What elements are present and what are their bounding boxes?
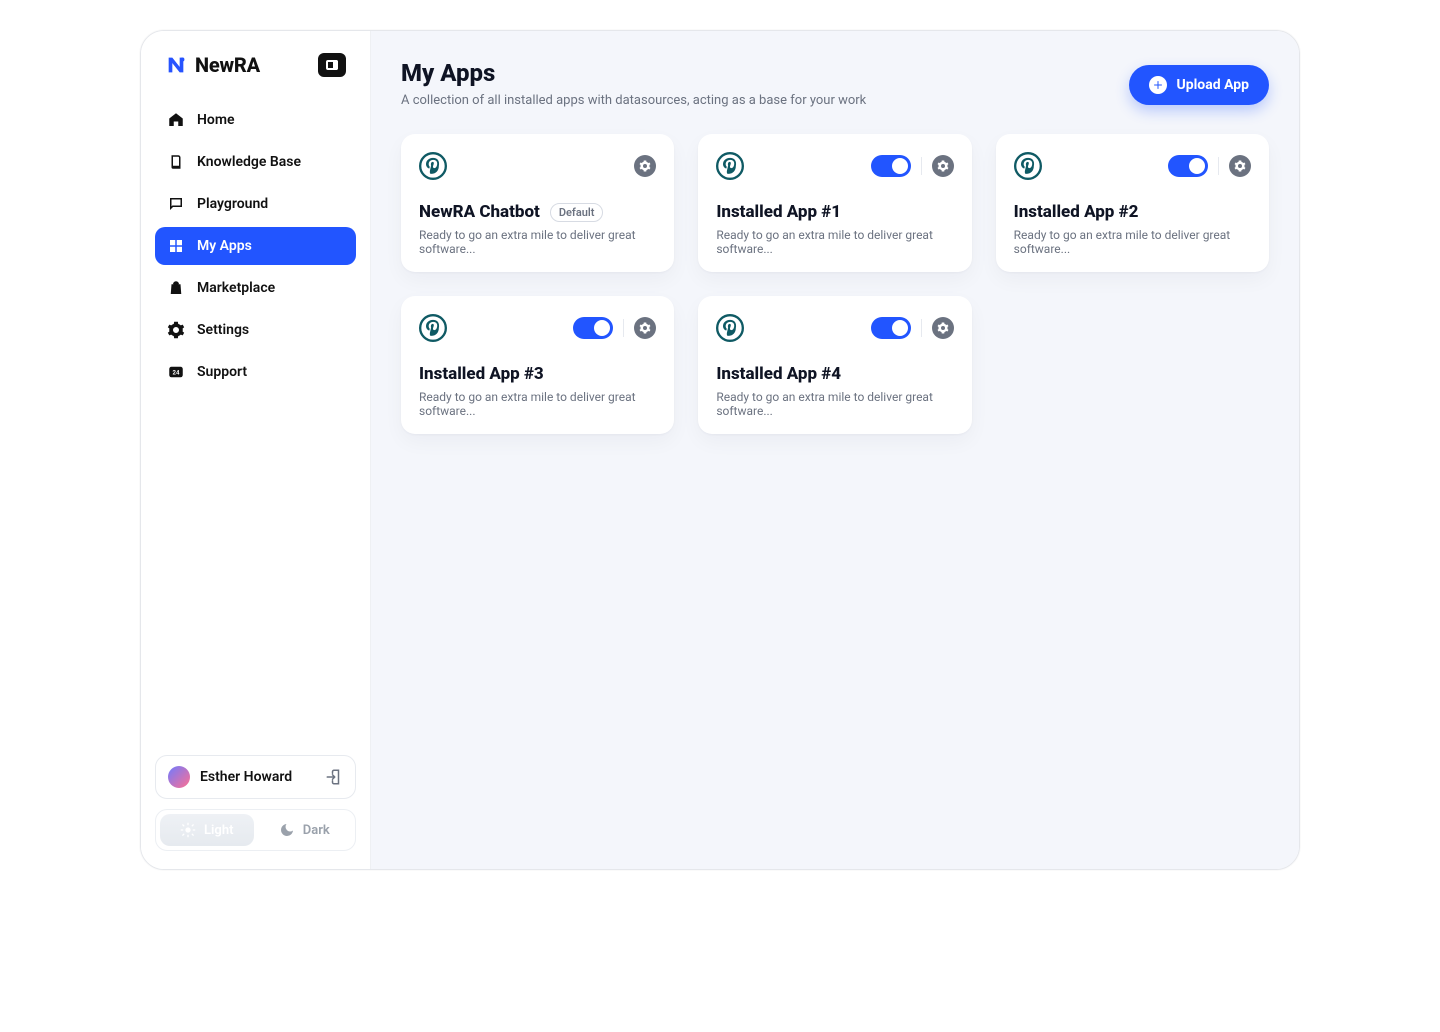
theme-dark-button[interactable]: Dark (258, 814, 352, 846)
sidebar-item-label: Support (197, 364, 247, 380)
sidebar-item-knowledge[interactable]: Knowledge Base (155, 143, 356, 181)
page-subtitle: A collection of all installed apps with … (401, 93, 866, 108)
upload-app-button[interactable]: Upload App (1129, 65, 1270, 105)
page-title: My Apps (401, 59, 866, 87)
chat-icon (167, 195, 185, 213)
gear-icon (639, 160, 651, 172)
default-badge: Default (550, 203, 604, 222)
gear-icon (937, 322, 949, 334)
gear-icon (937, 160, 949, 172)
sidebar-item-label: Home (197, 112, 235, 128)
app-description: Ready to go an extra mile to deliver gre… (716, 228, 953, 256)
gear-icon (639, 322, 651, 334)
sidebar-item-label: Marketplace (197, 280, 275, 296)
primary-nav: Home Knowledge Base Playground My Apps Marke… (155, 101, 356, 391)
sun-icon (180, 822, 196, 838)
sidebar-item-playground[interactable]: Playground (155, 185, 356, 223)
theme-light-label: Light (204, 823, 233, 838)
support-icon (167, 363, 185, 381)
theme-dark-label: Dark (303, 823, 330, 838)
app-settings-button[interactable] (932, 155, 954, 177)
app-card[interactable]: NewRA Chatbot Default Ready to go an extra… (401, 134, 674, 272)
app-toggle[interactable] (573, 317, 613, 339)
app-settings-button[interactable] (634, 317, 656, 339)
app-card[interactable]: Installed App #4 Ready to go an extra mil… (698, 296, 971, 434)
sidebar-item-home[interactable]: Home (155, 101, 356, 139)
bag-icon (167, 279, 185, 297)
user-menu[interactable]: Esther Howard (155, 755, 356, 799)
app-toggle[interactable] (871, 155, 911, 177)
gear-icon (167, 321, 185, 339)
app-window: NewRA Home Knowledge Base Playground My App… (140, 30, 1300, 870)
app-card[interactable]: Installed App #3 Ready to go an extra mil… (401, 296, 674, 434)
app-toggle[interactable] (871, 317, 911, 339)
user-name: Esther Howard (200, 769, 292, 785)
app-description: Ready to go an extra mile to deliver gre… (419, 228, 656, 256)
upload-app-button-label: Upload App (1177, 77, 1250, 93)
app-title: Installed App #1 (716, 202, 841, 222)
gear-icon (1234, 160, 1246, 172)
app-card[interactable]: Installed App #2 Ready to go an extra mil… (996, 134, 1269, 272)
pinterest-icon (1014, 152, 1042, 180)
app-title: Installed App #2 (1014, 202, 1139, 222)
main-content: My Apps A collection of all installed ap… (371, 31, 1299, 869)
sidebar-item-myapps[interactable]: My Apps (155, 227, 356, 265)
app-title: NewRA Chatbot (419, 202, 540, 222)
sidebar-item-label: My Apps (197, 238, 252, 254)
brand-name: NewRA (195, 53, 260, 77)
sidebar-item-label: Playground (197, 196, 268, 212)
brand-logo-icon (165, 54, 187, 76)
apps-icon (167, 237, 185, 255)
theme-toggle: Light Dark (155, 809, 356, 851)
app-card[interactable]: Installed App #1 Ready to go an extra mil… (698, 134, 971, 272)
app-description: Ready to go an extra mile to deliver gre… (419, 390, 656, 418)
pinterest-icon (716, 314, 744, 342)
sidebar: NewRA Home Knowledge Base Playground My App… (141, 31, 371, 869)
pinterest-icon (716, 152, 744, 180)
sidebar-item-settings[interactable]: Settings (155, 311, 356, 349)
plus-icon (1149, 76, 1167, 94)
app-title: Installed App #3 (419, 364, 544, 384)
app-description: Ready to go an extra mile to deliver gre… (716, 390, 953, 418)
logout-icon (325, 768, 343, 786)
pinterest-icon (419, 152, 447, 180)
book-icon (167, 153, 185, 171)
app-title: Installed App #4 (716, 364, 841, 384)
sidebar-item-label: Knowledge Base (197, 154, 301, 170)
moon-icon (279, 822, 295, 838)
app-settings-button[interactable] (634, 155, 656, 177)
app-toggle[interactable] (1168, 155, 1208, 177)
theme-light-button[interactable]: Light (160, 814, 254, 846)
sidebar-item-label: Settings (197, 322, 249, 338)
pinterest-icon (419, 314, 447, 342)
sidebar-item-support[interactable]: Support (155, 353, 356, 391)
app-settings-button[interactable] (1229, 155, 1251, 177)
app-description: Ready to go an extra mile to deliver gre… (1014, 228, 1251, 256)
apps-grid: NewRA Chatbot Default Ready to go an extra… (401, 134, 1269, 434)
home-icon (167, 111, 185, 129)
brand: NewRA (155, 53, 356, 95)
app-settings-button[interactable] (932, 317, 954, 339)
avatar (168, 766, 190, 788)
collapse-sidebar-button[interactable] (318, 53, 346, 77)
page-header: My Apps A collection of all installed ap… (401, 59, 1269, 108)
sidebar-item-marketplace[interactable]: Marketplace (155, 269, 356, 307)
